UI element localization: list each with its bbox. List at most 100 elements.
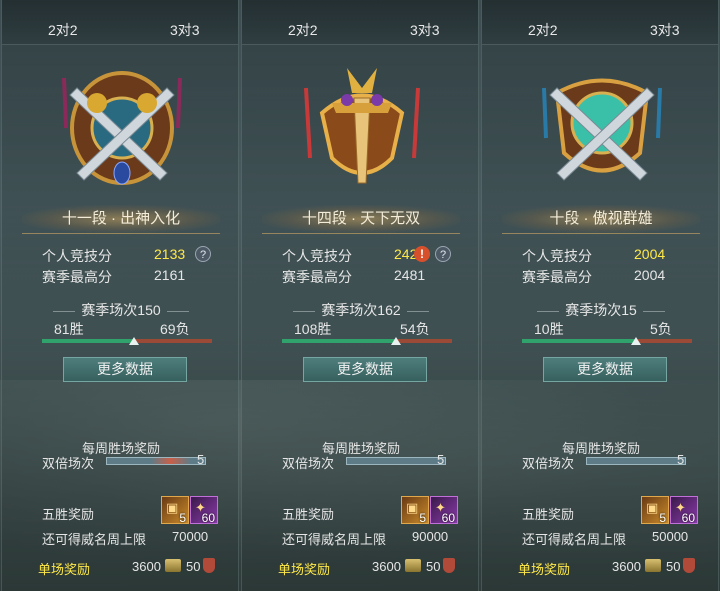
losses-count: 5负 — [650, 321, 672, 337]
five-win-reward-label: 五胜奖励 — [522, 507, 575, 522]
single-match-reward-label: 单场奖励 — [278, 562, 331, 577]
win-loss-bar — [282, 337, 452, 345]
tab-2v2[interactable]: 2对2 — [528, 20, 558, 40]
help-icon[interactable]: ? — [435, 246, 451, 262]
weekly-limit-value: 90000 — [412, 529, 449, 544]
honor-shield-icon — [443, 558, 455, 573]
season-high-label: 赛季最高分 — [42, 269, 112, 285]
personal-score-label: 个人竞技分 — [42, 248, 112, 264]
personal-score-label: 个人竞技分 — [282, 248, 352, 264]
five-win-reward-label: 五胜奖励 — [282, 507, 335, 522]
bronze-crossed-swords-emblem-icon — [62, 71, 182, 185]
more-data-button[interactable]: 更多数据 — [543, 357, 667, 382]
win-rate-marker — [631, 337, 641, 345]
honor-reward-value: 50 — [666, 559, 681, 574]
double-matches-bar — [106, 457, 206, 465]
weekly-limit-value: 70000 — [172, 529, 209, 544]
season-high-label: 赛季最高分 — [522, 269, 592, 285]
weekly-reward-title: 每周胜场奖励 — [561, 441, 640, 456]
honor-shield-icon — [683, 558, 695, 573]
season-matches: 赛季场次162 — [242, 300, 480, 320]
win-loss-bar — [522, 337, 692, 345]
season-high-row: 赛季最高分 2481 — [282, 267, 472, 285]
gold-icon — [405, 559, 421, 572]
mode-tabs: 2对2 3对3 — [242, 0, 478, 45]
mode-tabs: 2对2 3对3 — [2, 0, 238, 45]
season-high-row: 赛季最高分 2161 — [42, 267, 232, 285]
jade-shield-sword-emblem-icon — [542, 78, 662, 181]
weekly-limit-value: 50000 — [652, 529, 689, 544]
weekly-limit-label: 还可得威名周上限 — [282, 532, 387, 547]
wins-count: 108胜 — [294, 321, 332, 337]
crystal-icon[interactable]: ✦ 60 — [190, 496, 218, 525]
double-matches-count: 5 — [677, 452, 685, 467]
gold-reward-value: 3600 — [132, 559, 161, 574]
double-matches-bar — [346, 457, 446, 465]
mode-tabs: 2对2 3对3 — [482, 0, 718, 45]
double-matches-label: 双倍场次 — [282, 456, 335, 471]
gold-reward-value: 3600 — [372, 559, 401, 574]
season-high-value: 2161 — [154, 267, 186, 283]
help-icon[interactable]: ? — [195, 246, 211, 262]
tab-3v3[interactable]: 3对3 — [170, 20, 200, 40]
season-high-label: 赛季最高分 — [282, 269, 352, 285]
more-data-button[interactable]: 更多数据 — [303, 357, 427, 382]
tab-3v3[interactable]: 3对3 — [650, 20, 680, 40]
win-rate-marker — [391, 337, 401, 345]
win-fill — [522, 339, 636, 343]
season-high-value: 2481 — [394, 267, 426, 283]
gold-icon — [645, 559, 661, 572]
crystal-icon[interactable]: ✦ 60 — [670, 496, 698, 525]
personal-score-label: 个人竞技分 — [522, 248, 592, 264]
season-high-value: 2004 — [634, 267, 666, 283]
tab-2v2[interactable]: 2对2 — [48, 20, 78, 40]
golden-winged-sword-emblem-icon — [304, 68, 420, 184]
honor-reward-value: 50 — [186, 559, 201, 574]
personal-score-row: 个人竞技分 2133 ? — [42, 246, 232, 264]
crystal-icon[interactable]: ✦ 60 — [430, 496, 458, 525]
double-matches-count: 5 — [197, 452, 205, 467]
warning-icon[interactable]: ! — [414, 246, 430, 262]
tab-2v2[interactable]: 2对2 — [288, 20, 318, 40]
personal-score-row: 个人竞技分 2004 — [522, 246, 712, 264]
wins-count: 10胜 — [534, 321, 564, 337]
treasure-chest-icon[interactable]: ▣ 5 — [161, 496, 189, 525]
personal-score-value: 2004 — [634, 246, 666, 262]
weekly-reward-title: 每周胜场奖励 — [321, 441, 400, 456]
double-matches-label: 双倍场次 — [42, 456, 95, 471]
losses-count: 69负 — [160, 321, 190, 337]
arena-panel-3: 2对2 3对3 十段 · 傲视群雄 个人竞技分 2004 赛季最高分 2004 … — [481, 0, 719, 591]
season-high-row: 赛季最高分 2004 — [522, 267, 712, 285]
arena-panel-2: 2对2 3对3 十四段 · 天下无双 个人竞技分 2423 ! ? 赛季最高分 … — [241, 0, 479, 591]
season-matches: 赛季场次15 — [482, 300, 720, 320]
weekly-reward-title: 每周胜场奖励 — [81, 441, 160, 456]
gold-reward-value: 3600 — [612, 559, 641, 574]
win-fill — [42, 339, 134, 343]
honor-shield-icon — [203, 558, 215, 573]
wins-count: 81胜 — [54, 321, 84, 337]
more-data-button[interactable]: 更多数据 — [63, 357, 187, 382]
losses-count: 54负 — [400, 321, 430, 337]
win-fill — [282, 339, 396, 343]
weekly-limit-label: 还可得威名周上限 — [42, 532, 147, 547]
double-matches-bar — [586, 457, 686, 465]
win-loss-bar — [42, 337, 212, 345]
double-matches-label: 双倍场次 — [522, 456, 575, 471]
single-match-reward-label: 单场奖励 — [38, 562, 91, 577]
arena-panel-1: 2对2 3对3 十一段 · 出神入化 个人竞技分 2133 ? 赛季最高分 21… — [1, 0, 239, 591]
treasure-chest-icon[interactable]: ▣ 5 — [401, 496, 429, 525]
rank-title: 十段 · 傲视群雄 — [502, 205, 700, 234]
double-matches-count: 5 — [437, 452, 445, 467]
season-matches: 赛季场次150 — [2, 300, 240, 320]
personal-score-row: 个人竞技分 2423 ! ? — [282, 246, 472, 264]
win-rate-marker — [129, 337, 139, 345]
honor-reward-value: 50 — [426, 559, 441, 574]
rank-title: 十一段 · 出神入化 — [22, 205, 220, 234]
weekly-limit-label: 还可得威名周上限 — [522, 532, 627, 547]
single-match-reward-label: 单场奖励 — [518, 562, 571, 577]
treasure-chest-icon[interactable]: ▣ 5 — [641, 496, 669, 525]
rank-title: 十四段 · 天下无双 — [262, 205, 460, 234]
gold-icon — [165, 559, 181, 572]
five-win-reward-label: 五胜奖励 — [42, 507, 95, 522]
tab-3v3[interactable]: 3对3 — [410, 20, 440, 40]
